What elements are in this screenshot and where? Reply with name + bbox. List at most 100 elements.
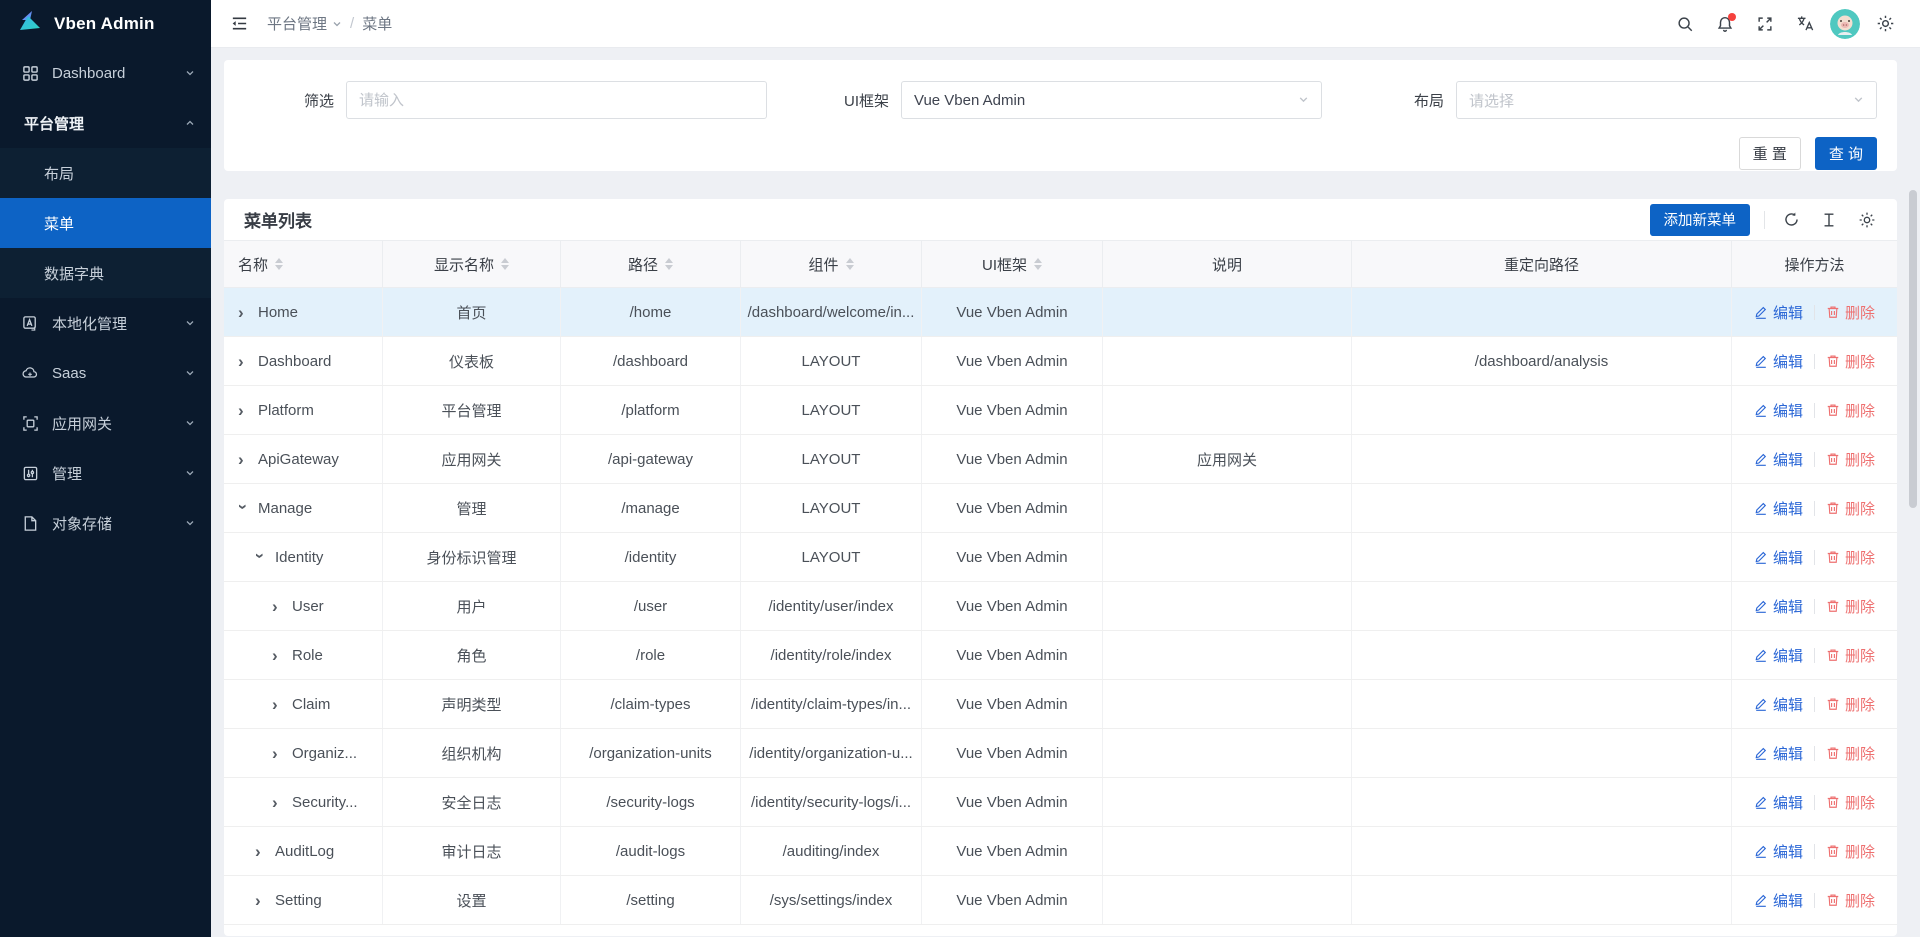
column-header-显示名称[interactable]: 显示名称 xyxy=(383,241,561,287)
delete-link[interactable]: 删除 xyxy=(1826,547,1875,568)
sidebar-group-平台管理[interactable]: 平台管理 xyxy=(0,98,211,148)
tree-expand-icon[interactable]: › xyxy=(272,647,283,664)
sort-carets-icon[interactable] xyxy=(846,258,854,270)
delete-link[interactable]: 删除 xyxy=(1826,743,1875,764)
refresh-icon[interactable] xyxy=(1779,208,1803,232)
tree-expand-icon[interactable]: › xyxy=(238,451,249,468)
cell-name: ›Platform xyxy=(224,386,383,434)
cell-actions: 编辑 删除 xyxy=(1732,288,1897,336)
table-row[interactable]: ›Platform平台管理/platformLAYOUTVue Vben Adm… xyxy=(224,386,1897,435)
delete-link[interactable]: 删除 xyxy=(1826,890,1875,911)
breadcrumb-item-platform[interactable]: 平台管理 xyxy=(267,13,342,34)
tree-expand-icon[interactable]: › xyxy=(238,402,249,419)
edit-link[interactable]: 编辑 xyxy=(1754,351,1803,372)
reset-button[interactable]: 重 置 xyxy=(1739,137,1801,170)
edit-link[interactable]: 编辑 xyxy=(1754,743,1803,764)
tree-expand-icon[interactable]: › xyxy=(272,696,283,713)
trash-icon xyxy=(1826,354,1840,368)
edit-link[interactable]: 编辑 xyxy=(1754,449,1803,470)
edit-link[interactable]: 编辑 xyxy=(1754,400,1803,421)
sidebar-collapse-icon[interactable] xyxy=(225,10,253,38)
column-header-UI框架[interactable]: UI框架 xyxy=(922,241,1103,287)
sort-carets-icon[interactable] xyxy=(501,258,509,270)
sort-carets-icon[interactable] xyxy=(1034,258,1042,270)
edit-link[interactable]: 编辑 xyxy=(1754,890,1803,911)
add-menu-button[interactable]: 添加新菜单 xyxy=(1650,204,1751,236)
column-settings-gear-icon[interactable] xyxy=(1855,208,1879,232)
edit-link[interactable]: 编辑 xyxy=(1754,645,1803,666)
settings-gear-icon[interactable] xyxy=(1870,9,1900,39)
edit-link[interactable]: 编辑 xyxy=(1754,498,1803,519)
keyword-input[interactable] xyxy=(359,92,754,109)
table-row[interactable]: ›Claim声明类型/claim-types/identity/claim-ty… xyxy=(224,680,1897,729)
table-row[interactable]: ›Home首页/home/dashboard/welcome/in...Vue … xyxy=(224,288,1897,337)
tree-collapse-icon[interactable]: › xyxy=(252,553,269,564)
delete-link[interactable]: 删除 xyxy=(1826,792,1875,813)
translate-icon[interactable] xyxy=(1790,9,1820,39)
app-logo[interactable]: Vben Admin xyxy=(0,0,211,48)
column-header-组件[interactable]: 组件 xyxy=(741,241,922,287)
edit-link[interactable]: 编辑 xyxy=(1754,841,1803,862)
sidebar-item-Saas[interactable]: Saas xyxy=(0,348,211,398)
edit-link[interactable]: 编辑 xyxy=(1754,694,1803,715)
tree-expand-icon[interactable]: › xyxy=(238,353,249,370)
edit-link[interactable]: 编辑 xyxy=(1754,302,1803,323)
sort-carets-icon[interactable] xyxy=(275,258,283,270)
table-row[interactable]: ›Security...安全日志/security-logs/identity/… xyxy=(224,778,1897,827)
sort-carets-icon[interactable] xyxy=(665,258,673,270)
table-row[interactable]: ›User用户/user/identity/user/indexVue Vben… xyxy=(224,582,1897,631)
sidebar-item-本地化管理[interactable]: 本地化管理 xyxy=(0,298,211,348)
sidebar-item-数据字典[interactable]: 数据字典 xyxy=(0,248,211,298)
tree-expand-icon[interactable]: › xyxy=(255,843,266,860)
edit-link[interactable]: 编辑 xyxy=(1754,792,1803,813)
delete-link[interactable]: 删除 xyxy=(1826,596,1875,617)
table-row[interactable]: ›Organiz...组织机构/organization-units/ident… xyxy=(224,729,1897,778)
sidebar-item-Dashboard[interactable]: Dashboard xyxy=(0,48,211,98)
vertical-scrollbar[interactable] xyxy=(1909,190,1917,508)
breadcrumb-item-menu[interactable]: 菜单 xyxy=(362,13,392,34)
avatar[interactable] xyxy=(1830,9,1860,39)
ui-framework-select[interactable]: Vue Vben Admin xyxy=(901,81,1322,119)
tree-collapse-icon[interactable]: › xyxy=(235,504,252,515)
cell-ui-framework: Vue Vben Admin xyxy=(922,288,1103,336)
table-row[interactable]: ›Dashboard仪表板/dashboardLAYOUTVue Vben Ad… xyxy=(224,337,1897,386)
delete-link[interactable]: 删除 xyxy=(1826,449,1875,470)
sidebar-item-管理[interactable]: 管理 xyxy=(0,448,211,498)
delete-link[interactable]: 删除 xyxy=(1826,694,1875,715)
table-row[interactable]: ›ApiGateway应用网关/api-gatewayLAYOUTVue Vbe… xyxy=(224,435,1897,484)
chevron-up-icon xyxy=(185,118,195,128)
tree-expand-icon[interactable]: › xyxy=(255,892,266,909)
sidebar-item-菜单[interactable]: 菜单 xyxy=(0,198,211,248)
delete-link[interactable]: 删除 xyxy=(1826,302,1875,323)
row-height-icon[interactable] xyxy=(1817,208,1841,232)
table-row[interactable]: ›Setting设置/setting/sys/settings/indexVue… xyxy=(224,876,1897,925)
edit-link[interactable]: 编辑 xyxy=(1754,547,1803,568)
delete-link[interactable]: 删除 xyxy=(1826,351,1875,372)
fullscreen-icon[interactable] xyxy=(1750,9,1780,39)
delete-link[interactable]: 删除 xyxy=(1826,498,1875,519)
column-header-路径[interactable]: 路径 xyxy=(561,241,741,287)
tree-expand-icon[interactable]: › xyxy=(272,745,283,762)
tree-expand-icon[interactable]: › xyxy=(238,304,249,321)
tree-expand-icon[interactable]: › xyxy=(272,598,283,615)
layout-select[interactable]: 请选择 xyxy=(1456,81,1877,119)
table-row[interactable]: ›Role角色/role/identity/role/indexVue Vben… xyxy=(224,631,1897,680)
bell-icon[interactable] xyxy=(1710,9,1740,39)
search-icon[interactable] xyxy=(1670,9,1700,39)
table-row[interactable]: ›Manage管理/manageLAYOUTVue Vben Admin编辑删除 xyxy=(224,484,1897,533)
cell-actions: 编辑 删除 xyxy=(1732,827,1897,875)
delete-link[interactable]: 删除 xyxy=(1826,400,1875,421)
cell-ui-framework: Vue Vben Admin xyxy=(922,533,1103,581)
sidebar-item-应用网关[interactable]: 应用网关 xyxy=(0,398,211,448)
cell-ui-framework: Vue Vben Admin xyxy=(922,337,1103,385)
search-button[interactable]: 查 询 xyxy=(1815,137,1877,170)
delete-link[interactable]: 删除 xyxy=(1826,645,1875,666)
table-row[interactable]: ›AuditLog审计日志/audit-logs/auditing/indexV… xyxy=(224,827,1897,876)
delete-link[interactable]: 删除 xyxy=(1826,841,1875,862)
edit-link[interactable]: 编辑 xyxy=(1754,596,1803,617)
sidebar-item-布局[interactable]: 布局 xyxy=(0,148,211,198)
table-row[interactable]: ›Identity身份标识管理/identityLAYOUTVue Vben A… xyxy=(224,533,1897,582)
tree-expand-icon[interactable]: › xyxy=(272,794,283,811)
column-header-名称[interactable]: 名称 xyxy=(224,241,383,287)
sidebar-item-对象存储[interactable]: 对象存储 xyxy=(0,498,211,548)
